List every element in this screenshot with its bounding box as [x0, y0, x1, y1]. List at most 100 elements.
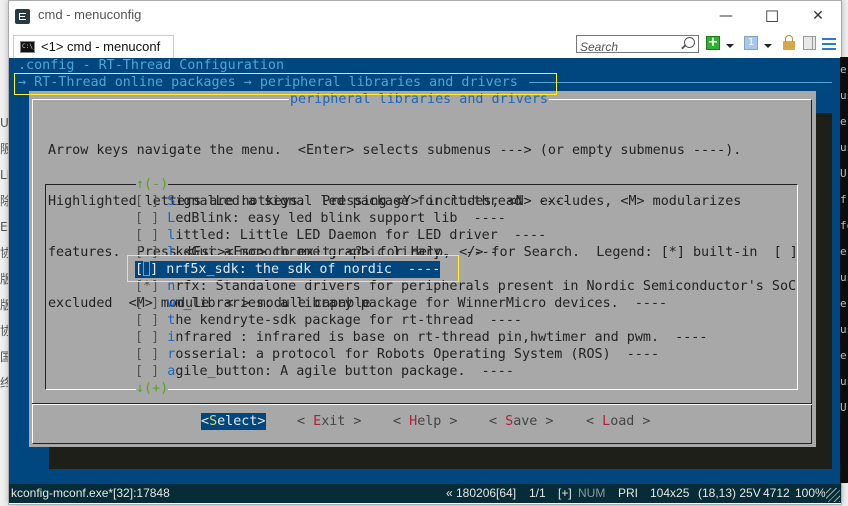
text-cursor [143, 261, 151, 276]
menuconfig-dialog: peripheral libraries and drivers Arrow k… [29, 91, 816, 447]
new-console-button[interactable]: + [706, 36, 720, 50]
checkbox[interactable]: [ ] [135, 245, 159, 260]
priority-indicator: PRI [618, 486, 639, 500]
hotkey-letter: S [505, 414, 514, 429]
new-console-dropdown-icon[interactable] [726, 44, 734, 48]
menu-item-label: nfrared : infrared is base on rt-thread … [175, 330, 708, 345]
num-lock-indicator: NUM [578, 486, 606, 500]
background-console-fragment: U [840, 167, 847, 180]
menu-item[interactable]: [*] nrfx: Standalone drivers for periphe… [135, 278, 796, 295]
select-button[interactable]: <Select> [201, 413, 266, 430]
minimize-icon: — [719, 8, 733, 24]
checkbox[interactable]: [ ] [135, 211, 159, 226]
checkbox[interactable]: [ ] [135, 364, 159, 379]
build-info[interactable]: « 180206[64] [446, 484, 516, 503]
hamburger-menu-icon[interactable] [822, 38, 836, 50]
background-console-fragment: e [840, 297, 847, 310]
menu-item-label: rf5x_sdk: the sdk of nordic ---- [174, 262, 441, 277]
process-id: 4712 [763, 486, 790, 500]
zoom-level[interactable]: 100% [795, 484, 826, 503]
checkbox[interactable]: [ ] [135, 330, 159, 345]
checkbox[interactable]: [*] [135, 279, 159, 294]
conemu-window: cmd - menuconfig — ☐ ✕ C:\_ <1> cmd - me… [8, 0, 842, 505]
dialog-title: peripheral libraries and drivers [289, 91, 549, 108]
close-icon: ✕ [812, 8, 824, 24]
menu-item[interactable]: [ ] lkdGui a monochrome graphic lirary. … [135, 244, 796, 261]
help-line: Arrow keys navigate the menu. <Enter> se… [48, 143, 742, 158]
hotkey-letter: E [313, 414, 322, 429]
maximize-button[interactable]: ☐ [749, 1, 795, 31]
scroll-up-indicator[interactable]: ↑(-) [136, 176, 169, 193]
menu-list: ↑(-) [ ] SignalLed:a signal led package … [45, 176, 798, 397]
menu-item[interactable]: [ ] rosserial: a protocol for Robots Ope… [135, 346, 796, 363]
terminal[interactable]: .config - RT-Thread Configuration → RT-T… [9, 58, 841, 484]
dialog-shadow-bottom [49, 447, 832, 469]
load-button[interactable]: < Load > [586, 413, 651, 430]
plus-indicator[interactable]: [+] [558, 484, 572, 503]
plus-icon: + [707, 35, 719, 50]
console-list-button[interactable]: 1 [744, 36, 758, 50]
breadcrumb-rule [529, 82, 832, 83]
search-box[interactable] [576, 35, 699, 54]
exit-button[interactable]: < Exit > [297, 413, 362, 430]
breadcrumb: → RT-Thread online packages → peripheral… [18, 75, 518, 90]
checkbox[interactable]: [ ] [135, 347, 159, 362]
close-button[interactable]: ✕ [795, 1, 841, 31]
hotkey-letter: S [209, 414, 218, 429]
hotkey-letter: H [409, 414, 418, 429]
config-title: .config - RT-Thread Configuration [18, 58, 285, 73]
menu-item[interactable]: [ ] littled: Little LED Daemon for LED d… [135, 227, 796, 244]
menu-item[interactable]: [ ] the kendryte-sdk package for rt-thre… [135, 312, 796, 329]
cursor-position: (18,13) 25V [698, 486, 761, 500]
minimize-button[interactable]: — [703, 1, 749, 31]
menu-item-label: edBlink: easy led blink support lib ---- [175, 211, 506, 226]
menu-item[interactable]: [ ] agile_button: A agile button package… [135, 363, 796, 380]
search-input[interactable] [580, 40, 678, 54]
background-console-fragment: us [840, 271, 848, 284]
split-panel-icon[interactable] [803, 36, 816, 50]
checkbox[interactable]: [ ] [135, 313, 159, 328]
background-console-fragment: U [840, 401, 847, 414]
window-title: cmd - menuconfig [38, 7, 142, 22]
dialog-shadow-right [816, 113, 832, 469]
status-bar: kconfig-mconf.exe*[32]:17848 « 180206[64… [9, 484, 841, 503]
resize-grip[interactable] [826, 488, 840, 502]
checkbox[interactable]: [ ] [135, 194, 159, 209]
dialog-buttons: <Select> < Exit > < Help > < Save > < Load > [29, 413, 816, 431]
console-list-dropdown-icon[interactable] [764, 44, 772, 48]
maximize-icon: ☐ [764, 6, 780, 26]
checkbox[interactable]: [ ] [135, 296, 159, 311]
help-button[interactable]: < Help > [393, 413, 458, 430]
menu-item-selected[interactable]: [] nrf5x_sdk: the sdk of nordic ---- [135, 261, 441, 278]
background-console-fragment: us [840, 89, 848, 102]
menu-item[interactable]: [ ] infrared : infrared is base on rt-th… [135, 329, 796, 346]
menu-items: [ ] SignalLed:a signal led package for r… [135, 193, 796, 380]
menu-item[interactable]: [ ] wm_libraries: a library package for … [135, 295, 796, 312]
lock-icon[interactable] [783, 35, 795, 50]
background-console-fragment: fo [840, 219, 848, 232]
menu-item[interactable]: [ ] LedBlink: easy led blink support lib… [135, 210, 796, 227]
background-console-fragment: us [840, 375, 848, 388]
checkbox[interactable]: [ ] [135, 228, 159, 243]
background-console-fragment: e [840, 349, 847, 362]
menu-item-label: osserial: a protocol for Robots Operatin… [175, 347, 660, 362]
menu-item-label: he kendryte-sdk package for rt-thread --… [175, 313, 522, 328]
background-console: e us e us Uf fo e us e us e us U [840, 57, 848, 483]
checkbox[interactable]: [] [135, 261, 158, 277]
tab-bar: C:\_ <1> cmd - menuconf + 1 [9, 31, 841, 59]
menu-item-label: gile_button: A agile button package. ---… [175, 364, 514, 379]
background-console-fragment: us [840, 141, 848, 154]
background-console-fragment: us [840, 323, 848, 336]
title-bar: cmd - menuconfig — ☐ ✕ [9, 1, 841, 31]
scroll-down-indicator[interactable]: ↓(+) [136, 380, 169, 397]
menu-item-label: kdGui a monochrome graphic lirary. ---- [175, 245, 498, 260]
tab-cmd-menuconf[interactable]: C:\_ <1> cmd - menuconf [13, 35, 174, 58]
menu-item[interactable]: [ ] SignalLed:a signal led package for r… [135, 193, 796, 210]
hotkey-letter: L [602, 414, 611, 429]
app-icon [15, 9, 30, 24]
search-icon[interactable] [684, 37, 695, 48]
menu-item-label: rfx: Standalone drivers for peripherals … [175, 279, 797, 294]
console-index[interactable]: 1/1 [529, 484, 546, 503]
save-button[interactable]: < Save > [489, 413, 554, 430]
background-console-fragment: e [840, 63, 847, 76]
